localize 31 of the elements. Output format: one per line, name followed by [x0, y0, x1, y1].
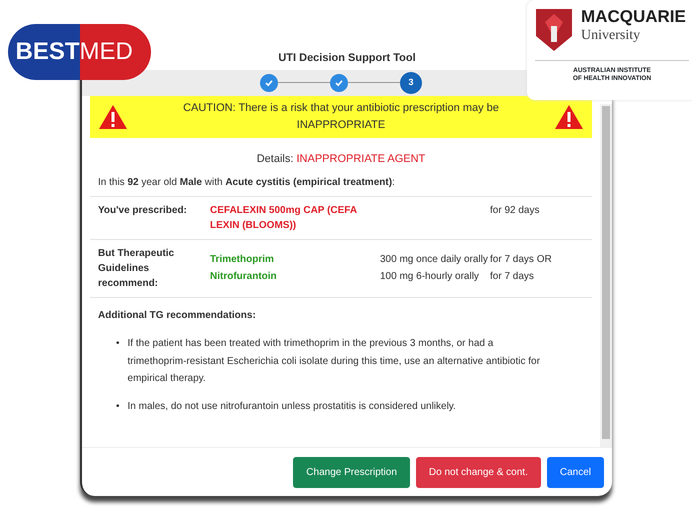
prescribed-drug: CEFALEXIN 500mg CAP (CEFALEXIN (BLOOMS)) [210, 204, 358, 234]
warning-icon [554, 104, 584, 130]
recommendation-text: In males, do not use nitrofurantoin unless prostatitis is considered unlikely. [128, 400, 456, 414]
cancel-button[interactable]: Cancel [546, 457, 604, 488]
warning-icon [98, 104, 128, 130]
shield-icon [535, 8, 573, 52]
logo-text: MACQUARIE [581, 8, 686, 25]
section-heading: Additional TG recommendations: [90, 297, 592, 328]
bullet-mark: • [116, 337, 120, 352]
details-value: INAPPROPRIATE AGENT [296, 152, 426, 165]
drug-name: Nitrofurantoin [210, 270, 278, 284]
duration-text: for 92 days [490, 204, 540, 218]
caution-message: CAUTION: There is a risk that your antibiotic prescription may be INAPPROPRIATE [182, 100, 500, 133]
logo-text: University [581, 27, 642, 45]
details-label: Details: [256, 152, 294, 165]
action-button[interactable]: Do not change & cont. [416, 457, 541, 488]
duration-text: for 7 days OR [490, 252, 553, 267]
bullet-mark: • [116, 400, 120, 414]
row-label: But Therapeutic Guidelines recommend: [98, 247, 176, 292]
row-label: You've prescribed: [98, 204, 188, 218]
logo-text: BEST [8, 24, 80, 80]
patient-summary: In this 92 year old Male with Acute cystitis (empirical treatment): [97, 176, 396, 190]
dose-text: 300 mg once daily orally [380, 252, 489, 267]
action-button[interactable]: Change Prescription [293, 457, 410, 488]
logo-text: MED [80, 24, 151, 80]
dialog-title: UTI Decision Support Tool [278, 51, 416, 66]
dose-text: 100 mg 6-hourly orally [380, 270, 480, 284]
current-step: 3 [400, 72, 422, 94]
duration-text: for 7 days [490, 270, 535, 284]
drug-name: Trimethoprim [210, 252, 275, 267]
recommendation-text: If the patient has been treated with trimethoprim in the previous 3 months, or had a trimethoprim-resistant Escherichia coli isolate during this time, use an alternative antibiotic for empirical therapy. [128, 337, 541, 386]
